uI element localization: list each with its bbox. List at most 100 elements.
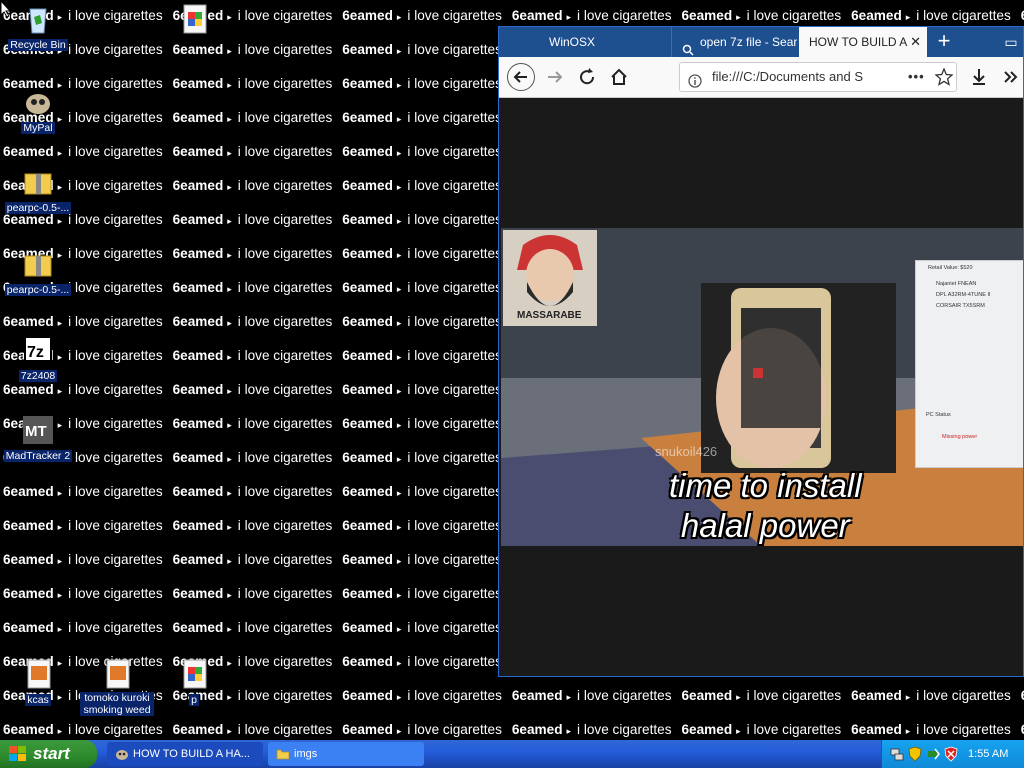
tab-winosx[interactable]: WinOSX bbox=[499, 27, 671, 57]
wallpaper-word-text: i love cigarettes bbox=[237, 246, 333, 261]
wallpaper-word-text: i love cigarettes bbox=[407, 246, 502, 261]
pc-build-panel: Retail Value: $520 Najaniet FNEAN DPL A3… bbox=[915, 260, 1023, 468]
double-chevron-icon bbox=[1004, 71, 1018, 83]
taskbar: start HOW TO BUILD A HA... imgs 1:55 AM bbox=[0, 740, 1024, 768]
wallpaper-arrow: ▸ bbox=[227, 250, 232, 260]
wallpaper-word-text: i love cigarettes bbox=[407, 212, 502, 227]
wallpaper-word-bold: 6eamed bbox=[342, 518, 393, 533]
desktop-icon-paint-file[interactable] bbox=[157, 3, 231, 35]
browser-window[interactable]: WinOSX open 7z file - Sear HOW TO BUILD … bbox=[498, 26, 1024, 677]
wallpaper-word-bold: 6eamed bbox=[342, 552, 393, 567]
forward-button[interactable] bbox=[541, 63, 569, 91]
taskbar-button-browser[interactable]: HOW TO BUILD A HA... bbox=[107, 742, 263, 766]
wallpaper-arrow: ▸ bbox=[396, 148, 402, 158]
recycle-bin-icon bbox=[22, 3, 54, 35]
wallpaper-arrow: ▸ bbox=[227, 46, 232, 56]
wallpaper-arrow: ▸ bbox=[396, 352, 402, 362]
wallpaper-word-text: i love cigarettes bbox=[746, 722, 842, 737]
wallpaper-arrow: ▸ bbox=[396, 624, 402, 634]
safely-remove-icon[interactable] bbox=[925, 746, 941, 762]
desktop-icon-mypal[interactable]: MyPal bbox=[1, 86, 75, 136]
paint-file-icon bbox=[178, 3, 210, 35]
wallpaper-word-bold: 6eamed bbox=[3, 314, 54, 329]
wallpaper-word-text: i love cigarettes bbox=[237, 450, 333, 465]
svg-text:7z: 7z bbox=[27, 344, 44, 361]
wallpaper-arrow: ▸ bbox=[396, 284, 402, 294]
zip-folder-icon bbox=[22, 248, 54, 280]
wallpaper-word-text: i love cigarettes bbox=[237, 110, 333, 125]
downloads-button[interactable] bbox=[965, 63, 993, 91]
wallpaper-word-bold: 6eamed bbox=[3, 722, 54, 737]
security-shield-icon[interactable] bbox=[907, 746, 923, 762]
desktop-icon-kcas[interactable]: kcas bbox=[1, 658, 75, 708]
desktop-icon-pearpc-2[interactable]: pearpc-0.5-... bbox=[1, 248, 75, 298]
desktop-icon-7z2408[interactable]: 7z 7z2408 bbox=[1, 334, 75, 384]
madtracker-icon: MT bbox=[22, 414, 54, 446]
video-watermark: snukoil426 bbox=[655, 444, 718, 459]
reload-button[interactable] bbox=[573, 63, 601, 91]
mypal-icon bbox=[116, 750, 128, 760]
desktop-icon-madtracker[interactable]: MT MadTracker 2 bbox=[1, 414, 75, 464]
wallpaper-arrow: ▸ bbox=[227, 454, 232, 464]
start-button[interactable]: start bbox=[0, 740, 97, 768]
wallpaper-word-bold: 6eamed bbox=[681, 688, 733, 703]
wallpaper-word-bold: 6eamed bbox=[342, 110, 393, 125]
wallpaper-word-bold: 6eamed bbox=[511, 722, 563, 737]
wallpaper-arrow: ▸ bbox=[396, 386, 402, 396]
window-restore-button[interactable]: ▭ bbox=[997, 27, 1023, 57]
home-button[interactable] bbox=[605, 63, 633, 91]
wallpaper-arrow: ▸ bbox=[396, 318, 402, 328]
wallpaper-word-bold: 6eamed bbox=[342, 76, 393, 91]
desktop-icon-recycle-bin[interactable]: Recycle Bin bbox=[1, 3, 75, 53]
wallpaper-word-bold: 6eamed bbox=[172, 620, 224, 635]
wallpaper-word-text: i love cigarettes bbox=[68, 348, 163, 363]
wallpaper-word-text: i love cigarettes bbox=[407, 722, 502, 737]
bookmark-star-icon[interactable] bbox=[934, 67, 954, 91]
wallpaper-arrow: ▸ bbox=[905, 692, 911, 702]
wallpaper-word-text: i love cigarettes bbox=[407, 620, 502, 635]
wallpaper-word-bold: 6eamed bbox=[3, 586, 54, 601]
tab-open-7z-file[interactable]: open 7z file - Sear bbox=[671, 27, 799, 57]
desktop-icon-p[interactable]: p bbox=[157, 658, 231, 708]
wallpaper-arrow: ▸ bbox=[57, 726, 63, 736]
wallpaper-arrow: ▸ bbox=[396, 590, 402, 600]
info-icon[interactable] bbox=[688, 70, 702, 91]
url-bar[interactable]: file:///C:/Documents and S ••• bbox=[679, 62, 957, 92]
wallpaper-word-text: i love cigarettes bbox=[68, 246, 163, 261]
video-frame[interactable]: MASSARABE Retail Value: $520 Najaniet FN… bbox=[501, 228, 1023, 546]
wallpaper-word-bold: 6eamed bbox=[511, 8, 563, 23]
page-actions-button[interactable]: ••• bbox=[908, 63, 925, 91]
tab-how-to-build[interactable]: HOW TO BUILD A ✕ bbox=[799, 27, 927, 57]
panel-warning: Missing power bbox=[942, 434, 978, 440]
wallpaper-arrow: ▸ bbox=[227, 522, 232, 532]
wallpaper-word-bold: 6eamed bbox=[172, 382, 224, 397]
wallpaper-word-bold: 6eamed bbox=[342, 178, 393, 193]
wallpaper-word-bold: 6eamed bbox=[172, 552, 224, 567]
wallpaper-word-text: i love cigarettes bbox=[68, 620, 163, 635]
network-icon[interactable] bbox=[889, 746, 905, 762]
taskbar-button-imgs[interactable]: imgs bbox=[268, 742, 424, 766]
wallpaper-arrow: ▸ bbox=[396, 12, 402, 22]
wallpaper-arrow: ▸ bbox=[396, 420, 402, 430]
wallpaper-word-text: i love cigarettes bbox=[407, 280, 502, 295]
wallpaper-word-bold: 6eamed bbox=[342, 246, 393, 261]
download-icon bbox=[973, 69, 985, 85]
desktop-icon-tomoko[interactable]: tomoko kuroki smoking weed bbox=[80, 658, 154, 718]
close-tab-icon[interactable]: ✕ bbox=[910, 27, 921, 57]
wallpaper-word-text: i love cigarettes bbox=[407, 8, 502, 23]
wallpaper-arrow: ▸ bbox=[57, 590, 63, 600]
wallpaper-word-bold: 6eamed bbox=[342, 722, 393, 737]
wallpaper-word-bold: 6eamed bbox=[681, 722, 733, 737]
wallpaper-word-bold: 6eamed bbox=[342, 8, 393, 23]
wallpaper-word-bold: 6eamed bbox=[172, 280, 224, 295]
desktop-icon-pearpc-1[interactable]: pearpc-0.5-... bbox=[1, 166, 75, 216]
system-tray: 1:55 AM bbox=[881, 740, 1024, 768]
wallpaper-arrow: ▸ bbox=[396, 114, 402, 124]
wallpaper-arrow: ▸ bbox=[227, 624, 232, 634]
overflow-menu-button[interactable] bbox=[997, 63, 1023, 91]
taskbar-button-label: imgs bbox=[294, 748, 318, 760]
back-button[interactable] bbox=[507, 63, 535, 91]
new-tab-button[interactable]: + bbox=[927, 27, 961, 57]
alert-shield-icon[interactable] bbox=[943, 746, 959, 762]
wallpaper-arrow: ▸ bbox=[227, 216, 232, 226]
